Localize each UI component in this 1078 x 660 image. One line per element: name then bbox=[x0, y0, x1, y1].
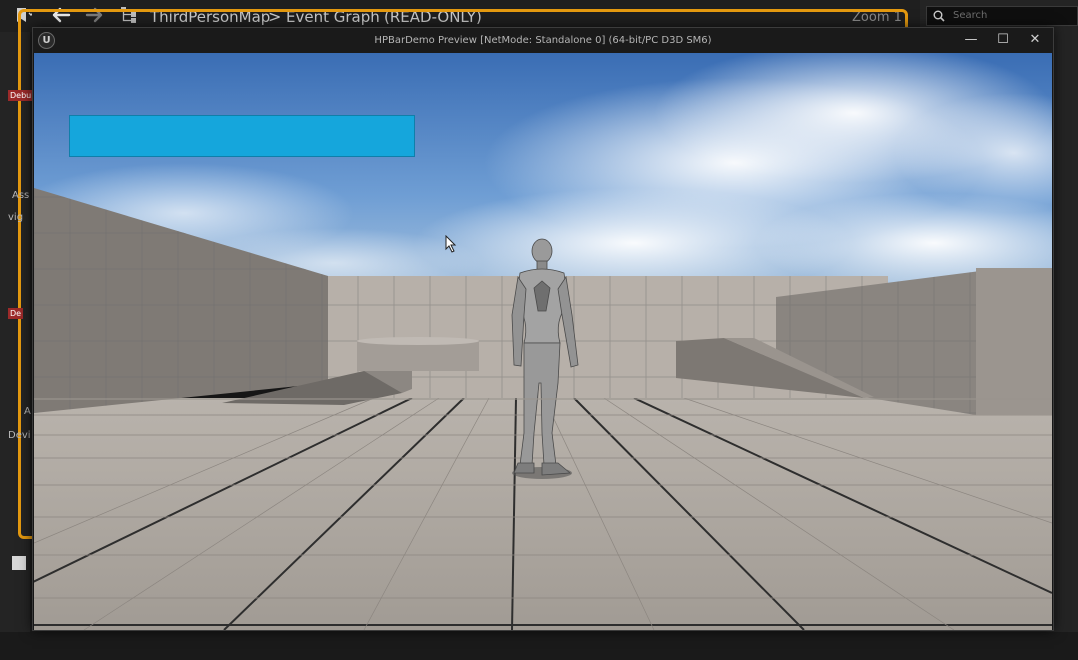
close-button[interactable]: ✕ bbox=[1021, 30, 1049, 50]
editor-bottom-bar bbox=[0, 632, 1078, 660]
search-box[interactable] bbox=[926, 6, 1078, 26]
window-title: HPBarDemo Preview [NetMode: Standalone 0… bbox=[374, 35, 712, 46]
panel-fragment: Devi bbox=[8, 430, 31, 441]
search-icon bbox=[933, 10, 945, 22]
panel-fragment: vig bbox=[8, 212, 24, 223]
maximize-button[interactable]: ☐ bbox=[989, 30, 1017, 50]
debug-tag: De bbox=[8, 308, 24, 319]
panel-fragment: A bbox=[24, 406, 31, 417]
debug-tag: Debu bbox=[8, 90, 34, 101]
game-viewport[interactable] bbox=[34, 53, 1052, 630]
search-input[interactable] bbox=[951, 9, 1075, 22]
document-icon[interactable] bbox=[12, 556, 26, 570]
window-titlebar[interactable]: U HPBarDemo Preview [NetMode: Standalone… bbox=[33, 28, 1053, 53]
panel-fragment: Ass bbox=[12, 190, 30, 201]
cylinder-block bbox=[357, 341, 479, 371]
play-in-editor-window: U HPBarDemo Preview [NetMode: Standalone… bbox=[32, 27, 1054, 631]
minimize-button[interactable]: — bbox=[957, 30, 985, 50]
mouse-cursor-icon bbox=[445, 235, 457, 253]
hp-bar bbox=[69, 115, 415, 157]
